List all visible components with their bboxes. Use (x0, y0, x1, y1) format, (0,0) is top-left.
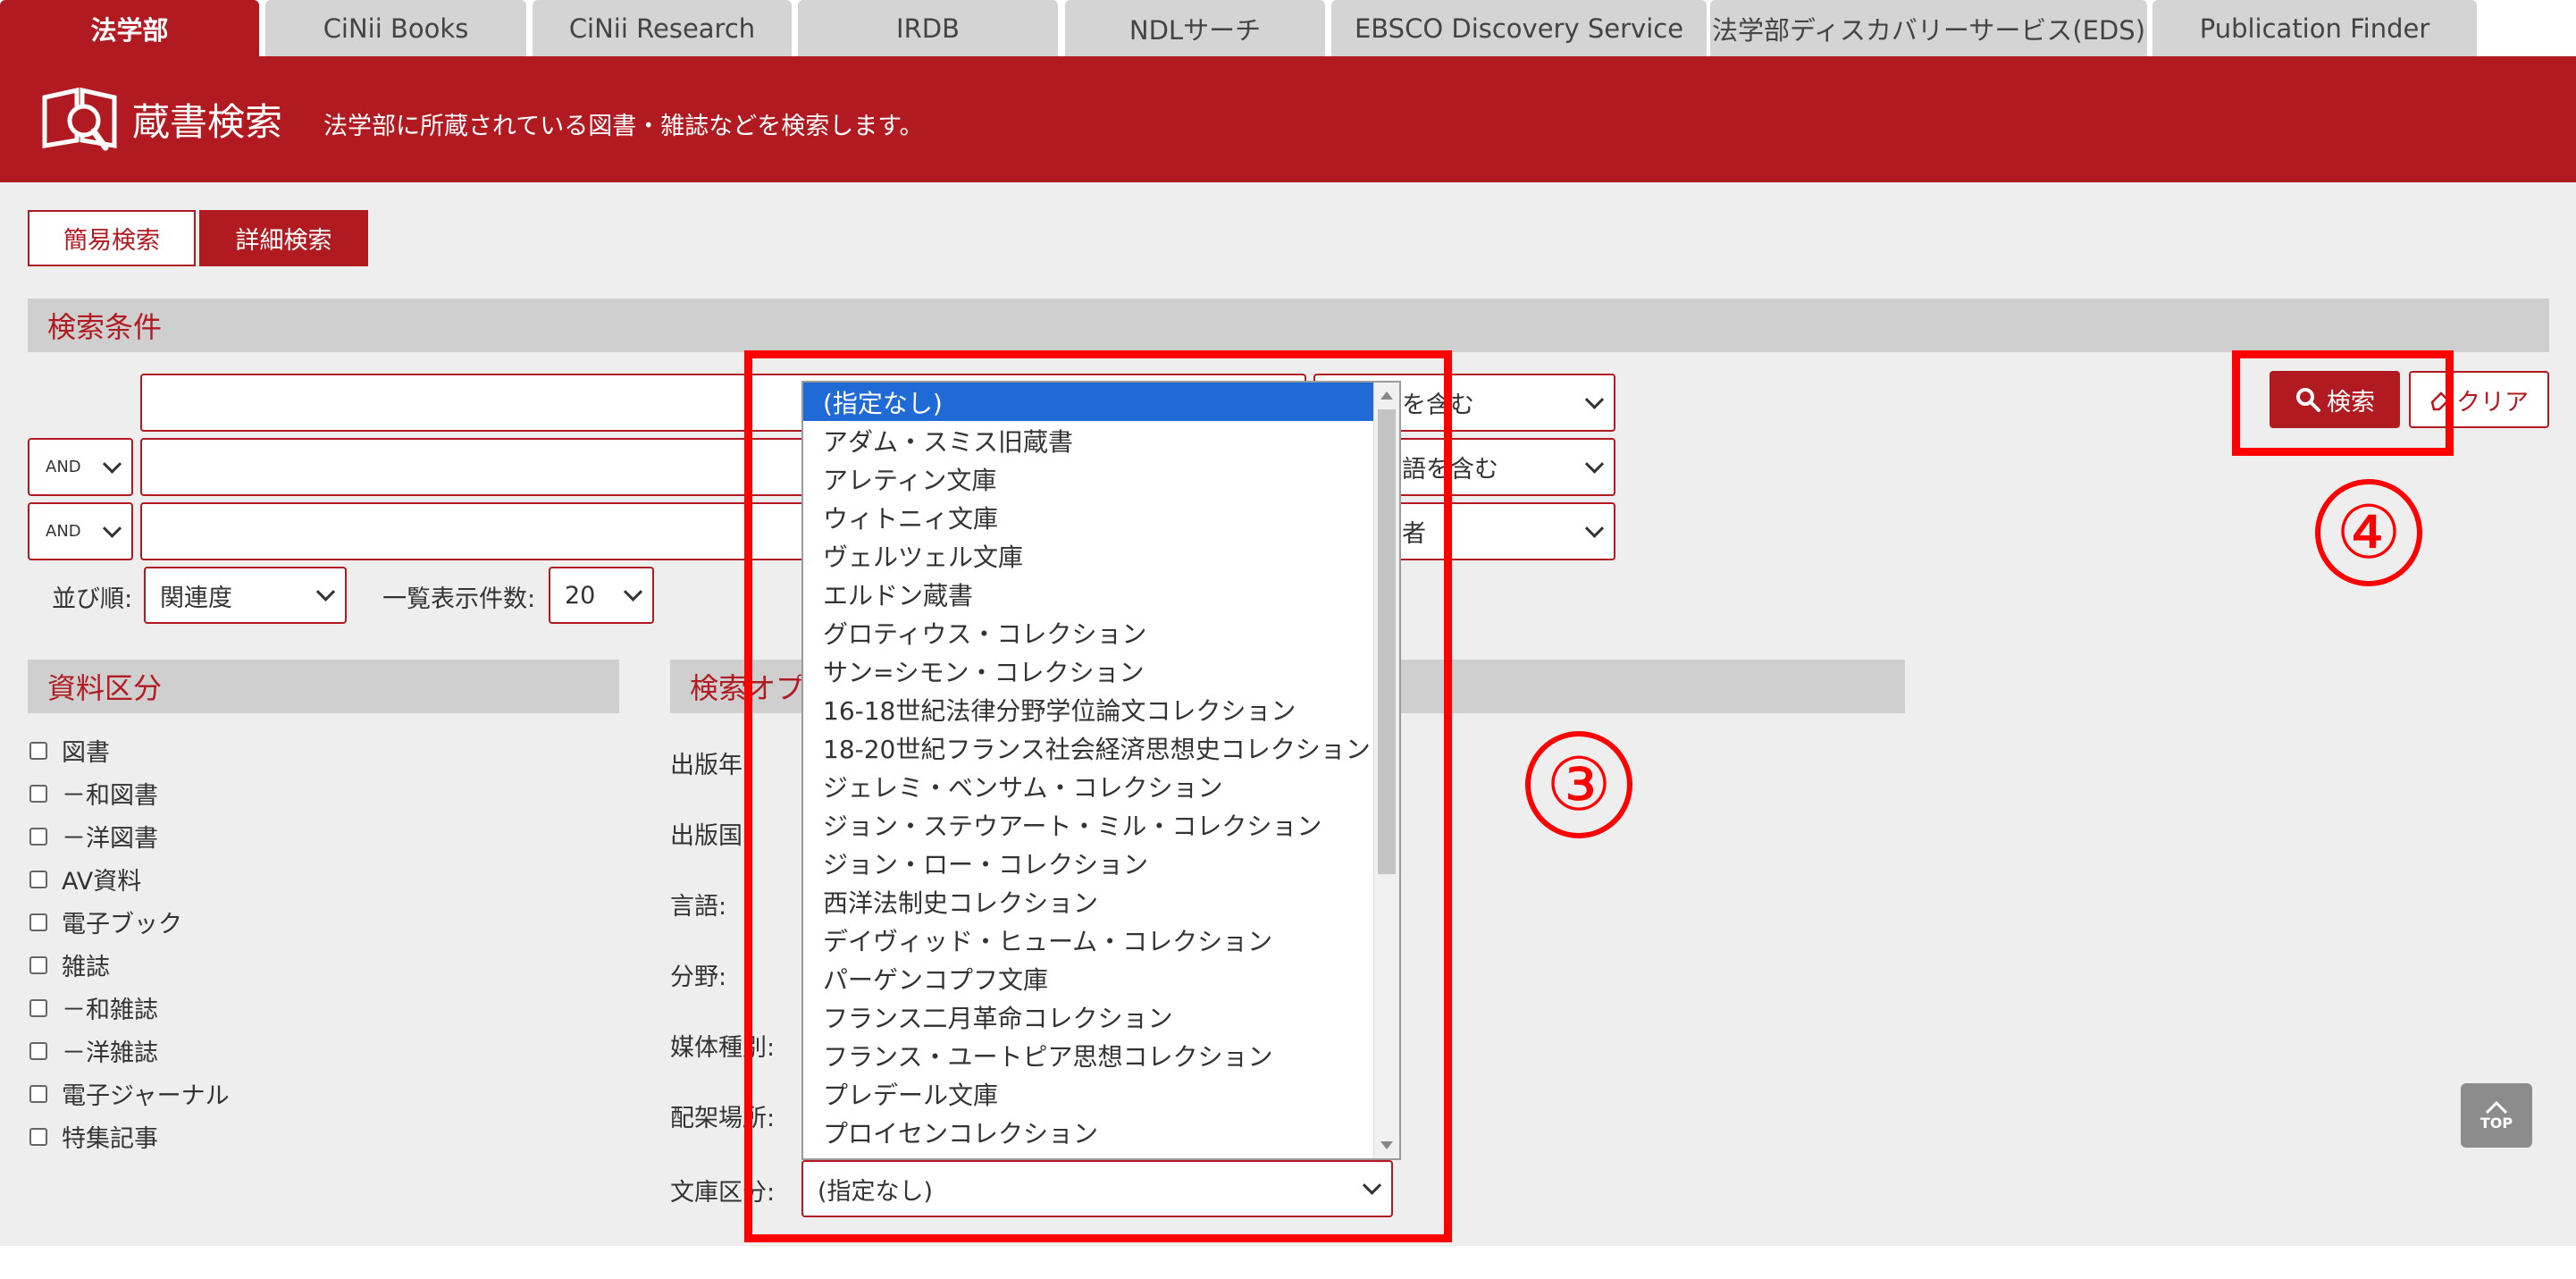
option-label-language: 言語: (670, 893, 727, 921)
simple-search-button[interactable]: 簡易検索 (28, 210, 196, 266)
chevron-down-icon (623, 582, 643, 602)
chevron-down-icon (1584, 454, 1605, 474)
tab-ebsco[interactable]: EBSCO Discovery Service (1331, 0, 1707, 56)
tab-publication-finder[interactable]: Publication Finder (2152, 0, 2477, 56)
sort-label: 並び順: (52, 585, 133, 613)
advanced-search-button[interactable]: 詳細検索 (199, 210, 368, 266)
tab-ndl-search[interactable]: NDLサーチ (1065, 0, 1325, 56)
option-label-field: 分野: (670, 963, 727, 991)
tab-law-faculty[interactable]: 法学部 (0, 0, 259, 56)
back-to-top-button[interactable]: TOP (2461, 1083, 2532, 1148)
annotation-number-3: ③ (1525, 731, 1632, 838)
material-checkbox-books[interactable]: 図書 (29, 733, 110, 768)
tab-cinii-research[interactable]: CiNii Research (533, 0, 792, 56)
page-header: 蔵書検索 法学部に所蔵されている図書・雑誌などを検索します。 (0, 56, 2576, 182)
tab-eds[interactable]: 法学部ディスカバリーサービス(EDS) (1710, 0, 2147, 56)
per-page-label: 一覧表示件数: (382, 585, 536, 613)
tab-cinii-books[interactable]: CiNii Books (265, 0, 526, 56)
checkbox[interactable] (29, 1084, 47, 1103)
per-page-select[interactable]: 20 (549, 567, 654, 624)
chevron-down-icon (1584, 390, 1605, 409)
tab-bar: 法学部 CiNii Books CiNii Research IRDB NDLサ… (0, 0, 2576, 56)
material-checkbox-japanese-books[interactable]: －和図書 (29, 776, 158, 811)
material-checkbox-feature-articles[interactable]: 特集記事 (29, 1119, 158, 1154)
option-label-pub-year: 出版年 (670, 752, 743, 779)
annotation-number-4: ④ (2315, 479, 2422, 586)
checkbox[interactable] (29, 1041, 47, 1060)
annotation-box-dropdown (744, 350, 1452, 1242)
chevron-up-icon (2485, 1100, 2508, 1114)
tab-irdb[interactable]: IRDB (798, 0, 1058, 56)
annotation-box-search-button (2232, 350, 2454, 456)
chevron-down-icon (102, 518, 122, 538)
operator-select-1[interactable]: AND (28, 438, 133, 496)
checkbox[interactable] (29, 827, 47, 846)
material-checkbox-western-books[interactable]: －洋図書 (29, 819, 158, 854)
material-checkbox-journals[interactable]: 雑誌 (29, 947, 110, 982)
checkbox[interactable] (29, 955, 47, 974)
operator-select-2[interactable]: AND (28, 502, 133, 560)
sort-select[interactable]: 関連度 (144, 567, 347, 624)
material-checkbox-japanese-journals[interactable]: －和雑誌 (29, 990, 158, 1025)
material-type-heading: 資料区分 (28, 660, 619, 713)
material-checkbox-ejournals[interactable]: 電子ジャーナル (29, 1076, 230, 1111)
checkbox[interactable] (29, 913, 47, 931)
checkbox[interactable] (29, 741, 47, 760)
chevron-down-icon (102, 454, 122, 474)
material-checkbox-ebooks[interactable]: 電子ブック (29, 905, 182, 939)
checkbox[interactable] (29, 870, 47, 888)
search-conditions-heading: 検索条件 (28, 299, 2549, 352)
checkbox[interactable] (29, 784, 47, 803)
material-checkbox-western-journals[interactable]: －洋雑誌 (29, 1033, 158, 1068)
chevron-down-icon (1584, 518, 1605, 538)
chevron-down-icon (315, 582, 336, 602)
book-search-icon (42, 87, 117, 151)
page-description: 法学部に所蔵されている図書・雑誌などを検索します。 (323, 113, 924, 140)
page-title: 蔵書検索 (132, 100, 283, 144)
material-checkbox-av[interactable]: AV資料 (29, 862, 141, 896)
option-label-pub-country: 出版国 (670, 822, 743, 850)
checkbox[interactable] (29, 1127, 47, 1146)
checkbox[interactable] (29, 998, 47, 1017)
